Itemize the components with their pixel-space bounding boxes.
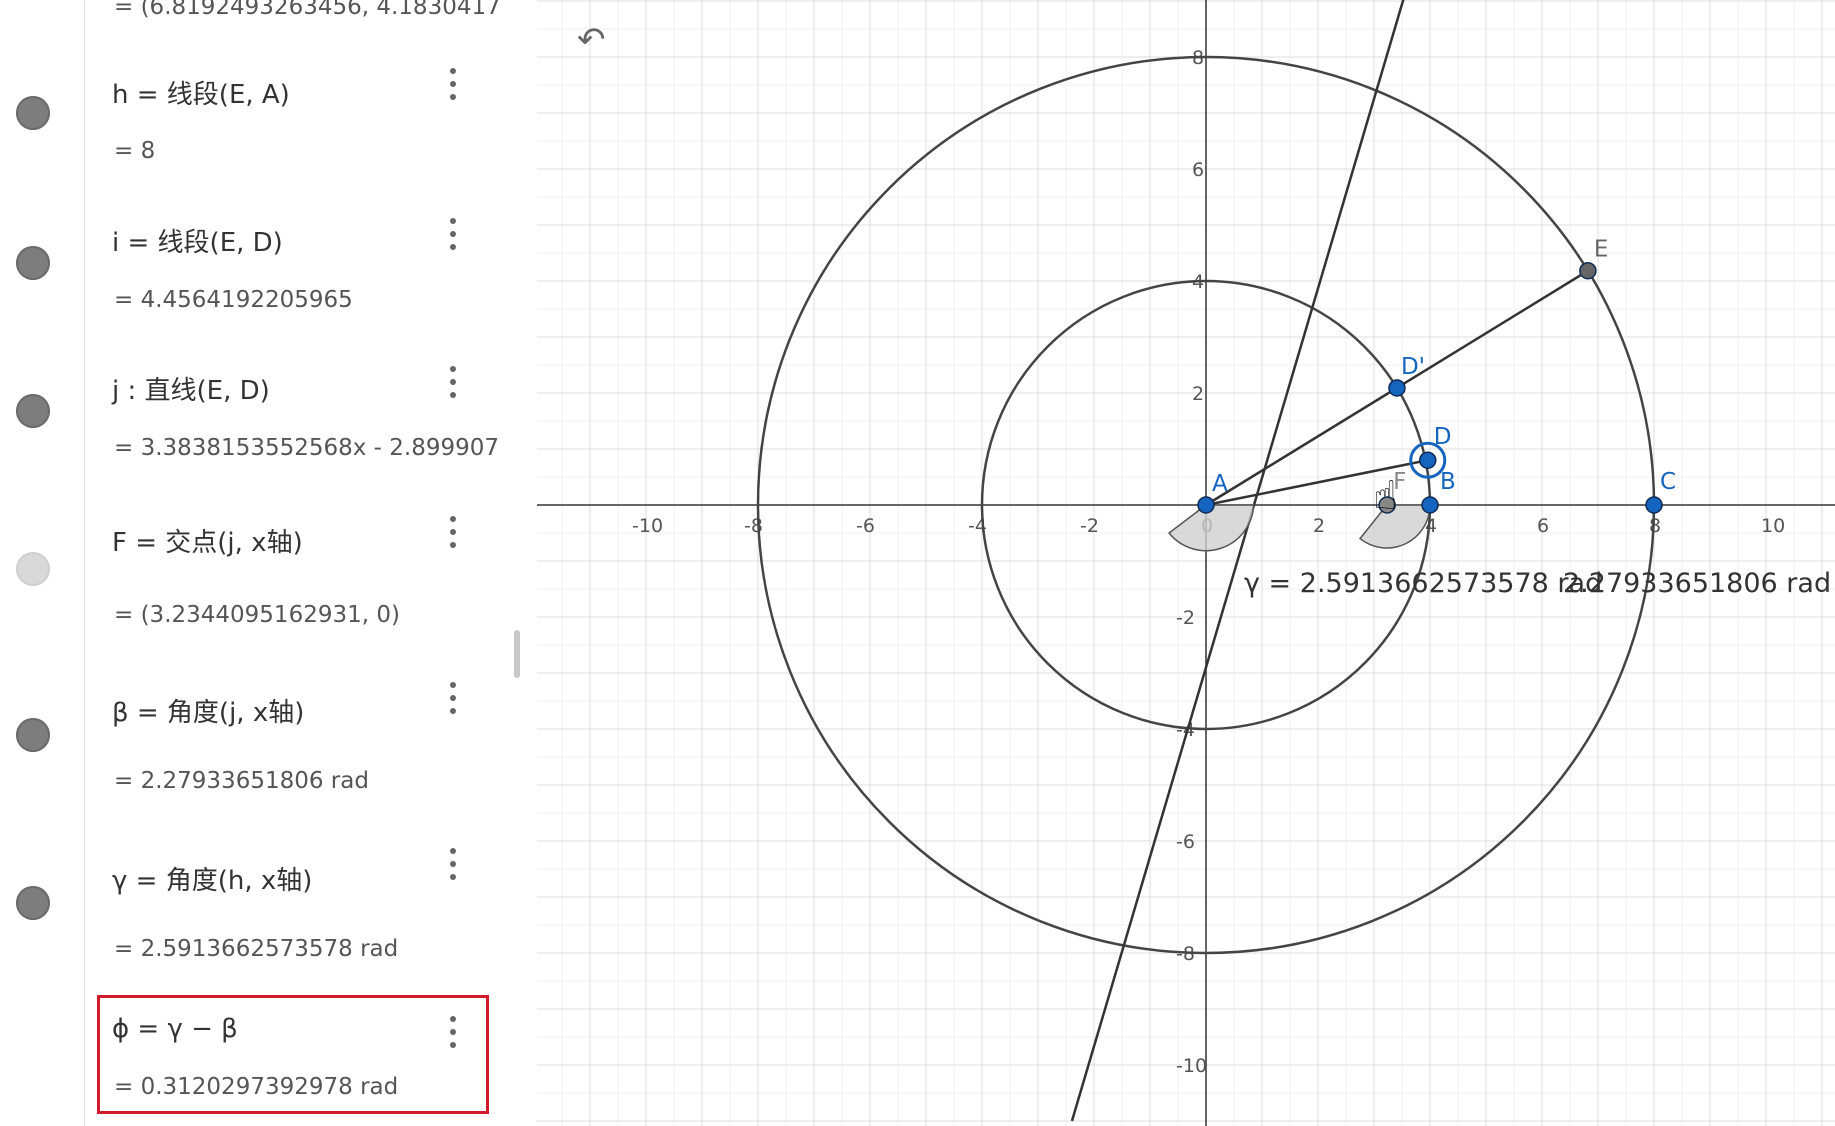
more-menu-icon[interactable] [448,848,458,880]
algebra-row-h[interactable]: h = 线段(E, A) = 8 [0,40,494,191]
visibility-cell [0,0,85,40]
point-E-label: E [1594,237,1609,263]
visibility-cell [0,486,85,654]
x-tick-label: -10 [632,515,663,537]
more-menu-icon[interactable] [448,218,458,250]
point-B-label: B [1440,469,1456,495]
graphics-canvas[interactable]: -10-8-6-4-202468108642-2-4-6-8-10ABCD'DE… [537,0,1835,1126]
visibility-toggle[interactable] [16,96,50,130]
undo-icon[interactable]: ↶ [577,20,606,60]
def-prefix: γ = [112,866,166,896]
value-i: = 4.4564192205965 [114,287,353,313]
definition-i[interactable]: i = 线段(E, D) [112,222,283,259]
def-body: 直线(E, D) [144,376,270,406]
value-g: = (6.8192493263456, 4.1830417 [114,0,501,20]
point-D-label: D [1434,424,1452,450]
y-tick-label: 6 [1192,159,1204,181]
visibility-toggle[interactable] [16,246,50,280]
algebra-row-F[interactable]: F = 交点(j, x轴) = (3.2344095162931, 0) [0,486,494,655]
def-prefix: j : [112,376,145,406]
visibility-cell [0,40,85,190]
definition-beta[interactable]: β = 角度(j, x轴) [112,692,304,729]
y-tick-label: -6 [1176,831,1195,853]
more-menu-icon[interactable] [448,682,458,714]
highlight-box [97,995,489,1114]
point-D [1419,451,1437,469]
more-menu-icon[interactable] [448,366,458,398]
y-tick-label: -10 [1176,1055,1207,1077]
definition-j[interactable]: j : 直线(E, D) [112,370,270,407]
point-C [1645,496,1663,514]
def-prefix: β = [112,698,167,728]
scrollbar-thumb[interactable] [514,630,520,678]
point-A [1197,496,1215,514]
x-tick-label: 6 [1537,515,1549,537]
def-prefix: h = [112,80,167,110]
algebra-row-gamma[interactable]: γ = 角度(h, x轴) = 2.5913662573578 rad [0,820,494,987]
more-menu-icon[interactable] [448,68,458,100]
visibility-cell [0,986,85,1126]
visibility-toggle[interactable] [16,718,50,752]
value-j: = 3.3838153552568x - 2.899907 [114,435,500,461]
point-D-prime [1388,379,1406,397]
visibility-cell [0,654,85,820]
algebra-row-j[interactable]: j : 直线(E, D) = 3.3838153552568x - 2.8999… [0,338,499,487]
x-tick-label: -6 [856,515,875,537]
def-body: 角度(h, x轴) [165,866,313,896]
visibility-toggle[interactable] [16,886,50,920]
algebra-row-i[interactable]: i = 线段(E, D) = 4.4564192205965 [0,190,494,339]
value-beta: = 2.27933651806 rad [114,768,369,794]
value-F: = (3.2344095162931, 0) [114,602,400,628]
def-prefix: F = [112,528,166,558]
value-h: = 8 [114,138,156,164]
x-tick-label: -2 [1080,515,1099,537]
point-E [1579,261,1597,280]
definition-h[interactable]: h = 线段(E, A) [112,74,290,111]
x-tick-label: 10 [1761,515,1785,537]
x-tick-label: 2 [1313,515,1325,537]
more-menu-icon[interactable] [448,516,458,548]
visibility-toggle[interactable] [16,394,50,428]
visibility-cell [0,190,85,338]
visibility-cell [0,820,85,986]
cursor-icon: ☝ [1373,473,1397,519]
def-body: 线段(E, D) [157,228,283,258]
angle-beta-label: 2.27933651806 rad [1563,568,1832,599]
def-body: 角度(j, x轴) [166,698,305,728]
y-tick-label: -2 [1176,607,1195,629]
point-A-label: A [1212,471,1228,497]
value-gamma: = 2.5913662573578 rad [114,936,399,962]
def-prefix: i = [112,228,158,258]
definition-F[interactable]: F = 交点(j, x轴) [112,522,303,559]
y-tick-label: 2 [1192,383,1204,405]
algebra-view: = (6.8192493263456, 4.1830417 h = 线段(E, … [0,0,538,1126]
def-body: 交点(j, x轴) [165,528,303,558]
angle-gamma-label: γ = 2.5913662573578 rad [1244,568,1603,599]
algebra-row-beta[interactable]: β = 角度(j, x轴) = 2.27933651806 rad [0,654,494,821]
def-body: 线段(E, A) [166,80,290,110]
visibility-toggle[interactable] [16,552,50,586]
point-B [1421,496,1439,514]
graphics-view[interactable]: -10-8-6-4-202468108642-2-4-6-8-10ABCD'DE… [537,0,1835,1126]
algebra-row-g[interactable]: = (6.8192493263456, 4.1830417 [0,0,501,41]
definition-gamma[interactable]: γ = 角度(h, x轴) [112,860,312,897]
point-D-prime-label: D' [1401,354,1425,380]
visibility-cell [0,338,85,486]
point-C-label: C [1660,469,1676,495]
